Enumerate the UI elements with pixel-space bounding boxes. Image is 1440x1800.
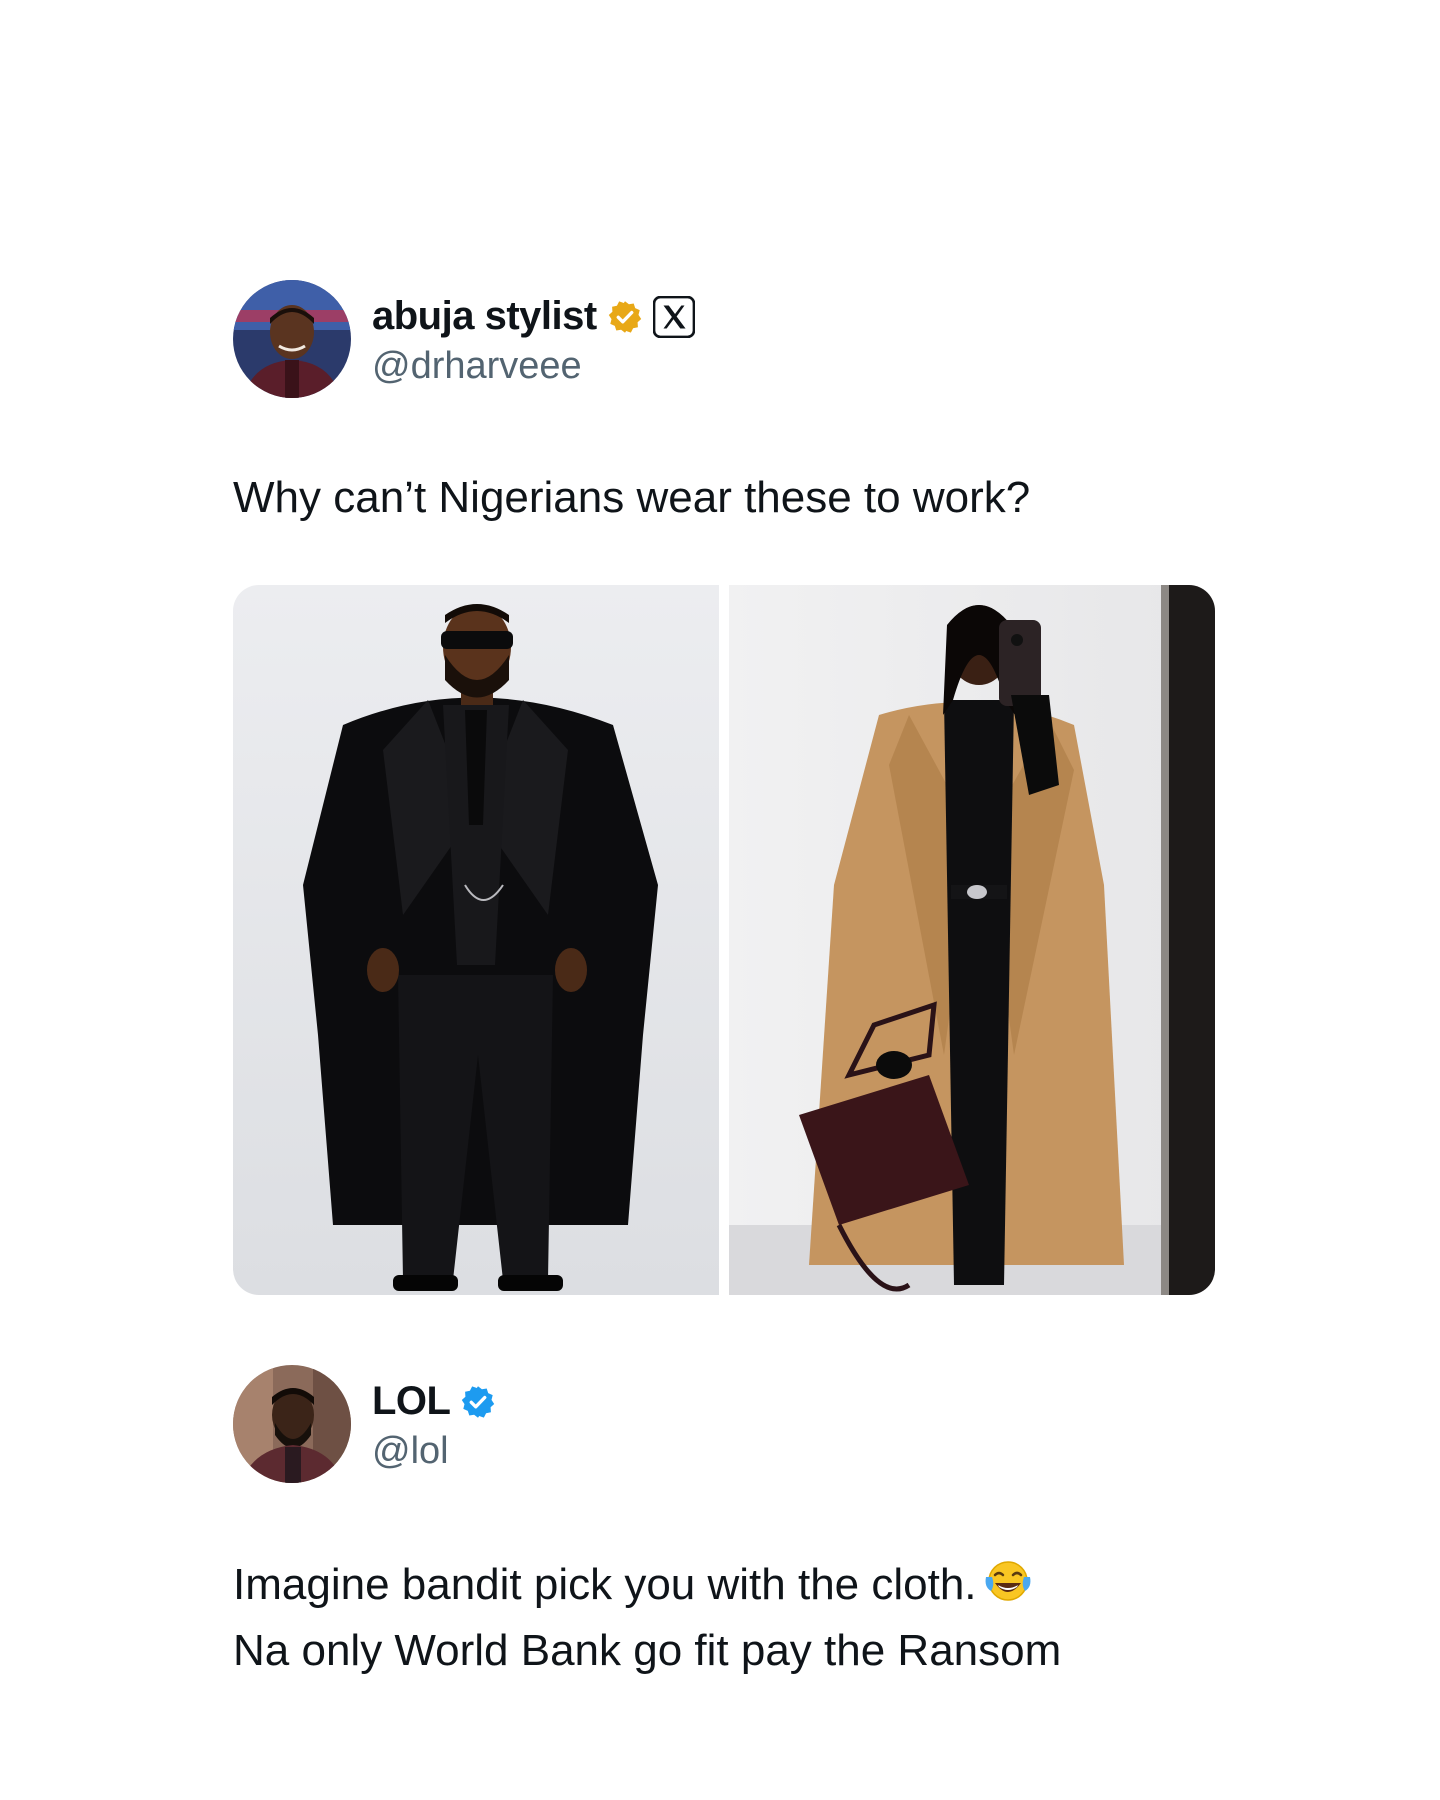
media-grid bbox=[233, 585, 1215, 1295]
avatar[interactable] bbox=[233, 280, 351, 398]
name-row: abuja stylist bbox=[372, 294, 695, 339]
display-name[interactable]: LOL bbox=[372, 1379, 451, 1424]
post-text: Why can’t Nigerians wear these to work? bbox=[233, 465, 1030, 531]
avatar[interactable] bbox=[233, 1365, 351, 1483]
verified-blue-badge-icon bbox=[462, 1385, 495, 1418]
face-with-tears-of-joy-icon bbox=[985, 1561, 1030, 1601]
post-text-line: Imagine bandit pick you with the cloth. bbox=[233, 1560, 977, 1609]
post-text-line: Na only World Bank go fit pay the Ransom bbox=[233, 1626, 1062, 1675]
post-text-line: Why can’t Nigerians wear these to work? bbox=[233, 473, 1031, 522]
media-photo-left[interactable] bbox=[233, 585, 719, 1295]
display-name[interactable]: abuja stylist bbox=[372, 294, 597, 339]
profile-photo-man-icon bbox=[233, 1365, 351, 1483]
user-handle[interactable]: @lol bbox=[372, 1430, 449, 1473]
media-photo-right[interactable] bbox=[729, 585, 1215, 1295]
verified-gold-badge-icon bbox=[608, 300, 641, 333]
post-text: Imagine bandit pick you with the cloth. … bbox=[233, 1552, 1061, 1684]
man-black-overcoat-photo-icon bbox=[233, 585, 719, 1295]
profile-photo-man-icon bbox=[233, 280, 351, 398]
user-handle[interactable]: @drharveee bbox=[372, 345, 582, 388]
x-logo-icon bbox=[652, 295, 695, 338]
woman-camel-coat-photo-icon bbox=[729, 585, 1215, 1295]
name-row: LOL bbox=[372, 1379, 496, 1424]
